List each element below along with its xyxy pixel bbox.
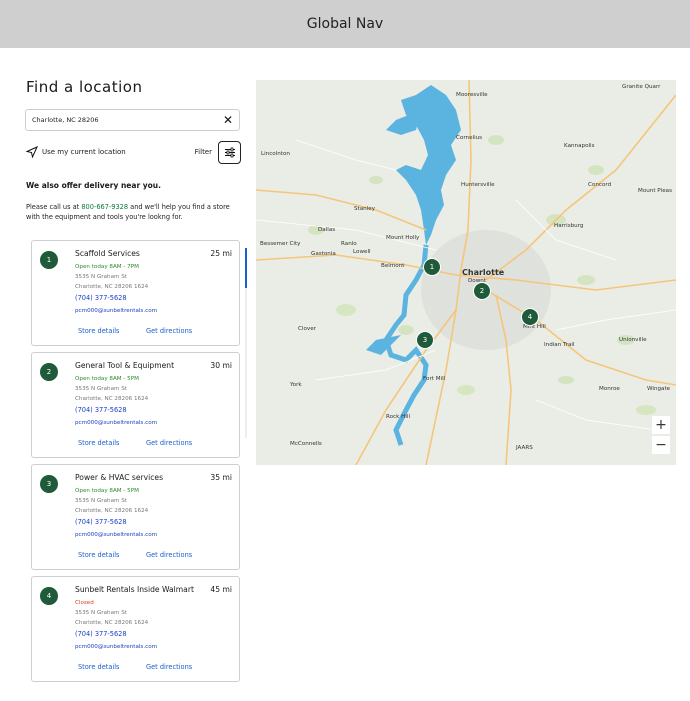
- map-label-indian-trail: Indian Trail: [544, 342, 575, 348]
- store-card: 4 Sunbelt Rentals Inside Walmart 45 mi C…: [31, 576, 240, 682]
- clear-search-icon[interactable]: ✕: [223, 114, 233, 126]
- page-title: Find a location: [26, 78, 143, 96]
- map-label-dallas: Dallas: [318, 227, 336, 233]
- map-label-rock-hill: Rock Hill: [386, 414, 411, 420]
- store-hours: Closed: [75, 600, 94, 606]
- map-label-unionville: Unionville: [619, 337, 647, 343]
- get-directions-link[interactable]: Get directions: [146, 663, 192, 671]
- map-label-mooresville: Mooresville: [456, 92, 488, 98]
- store-hours: Open today 8AM - 7PM: [75, 264, 139, 270]
- store-name: General Tool & Equipment: [75, 361, 175, 370]
- store-email-link[interactable]: pcm000@sunbeltrentals.com: [75, 532, 157, 538]
- store-details-link[interactable]: Store details: [78, 551, 120, 559]
- location-arrow-icon[interactable]: [26, 146, 38, 158]
- location-options-row: Use my current location Filter: [26, 140, 241, 164]
- map-label-bessemer-city: Bessemer City: [260, 241, 301, 247]
- map-pin-3[interactable]: 3: [416, 331, 434, 349]
- results-scrollbar-thumb[interactable]: [245, 248, 247, 288]
- store-address-line1: 3535 N Graham St: [75, 610, 127, 616]
- map-label-mcconnells: McConnells: [290, 441, 322, 447]
- store-card: 3 Power & HVAC services 35 mi Open today…: [31, 464, 240, 570]
- map-label-fort-mill: Fort Mill: [423, 376, 446, 382]
- map-label-harrisburg: Harrisburg: [554, 223, 584, 229]
- store-details-link[interactable]: Store details: [78, 439, 120, 447]
- delivery-text: Please call us at 800-667-9328 and we'll…: [26, 202, 231, 222]
- store-number-badge: 4: [40, 587, 58, 605]
- store-hours: Open today 8AM - 5PM: [75, 488, 139, 494]
- map-label-huntersville: Huntersville: [461, 182, 495, 188]
- search-box: ✕: [25, 109, 240, 131]
- store-number-badge: 1: [40, 251, 58, 269]
- store-phone-link[interactable]: (704) 377-5628: [75, 630, 127, 638]
- global-nav-label: Global Nav: [306, 16, 384, 32]
- delivery-phone-link[interactable]: 800-667-9328: [81, 203, 128, 211]
- store-phone-link[interactable]: (704) 377-5628: [75, 406, 127, 414]
- use-current-location-link[interactable]: Use my current location: [42, 148, 195, 156]
- store-phone-link[interactable]: (704) 377-5628: [75, 518, 127, 526]
- get-directions-link[interactable]: Get directions: [146, 439, 192, 447]
- store-name: Scaffold Services: [75, 249, 140, 258]
- store-number-badge: 3: [40, 475, 58, 493]
- map-label-lincolnton: Lincolnton: [261, 151, 290, 157]
- store-phone-link[interactable]: (704) 377-5628: [75, 294, 127, 302]
- map-label-kannapolis: Kannapolis: [564, 143, 595, 149]
- delivery-text-before: Please call us at: [26, 203, 82, 211]
- map-label-cornelius: Cornelius: [456, 135, 483, 141]
- map-pin-2[interactable]: 2: [473, 282, 491, 300]
- map-label-mount-holly: Mount Holly: [386, 235, 420, 241]
- map-label-clover: Clover: [298, 326, 316, 332]
- map-label-monroe: Monroe: [599, 386, 620, 392]
- map-label-ranlo: Ranlo: [341, 241, 357, 247]
- get-directions-link[interactable]: Get directions: [146, 327, 192, 335]
- store-email-link[interactable]: pcm000@sunbeltrentals.com: [75, 308, 157, 314]
- store-details-link[interactable]: Store details: [78, 327, 120, 335]
- map-label-stanley: Stanley: [354, 206, 376, 212]
- store-address-line2: Charlotte, NC 28206 1624: [75, 620, 149, 626]
- filter-label: Filter: [194, 148, 212, 156]
- map-label-mount-pleasant: Mount Pleas: [638, 188, 673, 194]
- store-distance: 35 mi: [210, 473, 232, 482]
- map-label-belmont: Belmont: [381, 263, 405, 269]
- store-email-link[interactable]: pcm000@sunbeltrentals.com: [75, 420, 157, 426]
- store-address-line2: Charlotte, NC 28206 1624: [75, 508, 149, 514]
- store-card: 1 Scaffold Services 25 mi Open today 8AM…: [31, 240, 240, 346]
- map-pin-4[interactable]: 4: [521, 308, 539, 326]
- store-distance: 25 mi: [210, 249, 232, 258]
- location-search-input[interactable]: [32, 116, 223, 124]
- map-pin-1[interactable]: 1: [423, 258, 441, 276]
- delivery-heading: We also offer delivery near you.: [26, 181, 161, 190]
- map-label-wingate: Wingate: [647, 386, 671, 392]
- store-map[interactable]: Mooresville Granite Quarr Cornelius Kann…: [256, 80, 676, 465]
- map-label-concord: Concord: [588, 182, 612, 188]
- store-name: Sunbelt Rentals Inside Walmart: [75, 585, 194, 594]
- store-distance: 30 mi: [210, 361, 232, 370]
- map-label-charlotte: Charlotte: [462, 268, 505, 277]
- store-hours: Open today 8AM - 5PM: [75, 376, 139, 382]
- map-label-jaars: JAARS: [516, 445, 533, 451]
- map-label-york: York: [290, 382, 302, 388]
- get-directions-link[interactable]: Get directions: [146, 551, 192, 559]
- store-address-line2: Charlotte, NC 28206 1624: [75, 284, 149, 290]
- zoom-out-button[interactable]: −: [652, 436, 670, 454]
- store-name: Power & HVAC services: [75, 473, 164, 482]
- sliders-icon: [224, 147, 235, 157]
- store-card: 2 General Tool & Equipment 30 mi Open to…: [31, 352, 240, 458]
- filter-button[interactable]: [218, 140, 241, 164]
- map-label-lowell: Lowell: [353, 249, 371, 255]
- store-email-link[interactable]: pcm000@sunbeltrentals.com: [75, 644, 157, 650]
- store-distance: 45 mi: [210, 585, 232, 594]
- store-address-line1: 3535 N Graham St: [75, 386, 127, 392]
- store-details-link[interactable]: Store details: [78, 663, 120, 671]
- map-label-gastonia: Gastonia: [311, 251, 336, 257]
- store-address-line1: 3535 N Graham St: [75, 274, 127, 280]
- global-nav: Global Nav: [0, 0, 690, 48]
- map-label-granite-quarry: Granite Quarr: [622, 84, 661, 90]
- zoom-in-button[interactable]: +: [652, 416, 670, 434]
- store-address-line1: 3535 N Graham St: [75, 498, 127, 504]
- store-number-badge: 2: [40, 363, 58, 381]
- store-address-line2: Charlotte, NC 28206 1624: [75, 396, 149, 402]
